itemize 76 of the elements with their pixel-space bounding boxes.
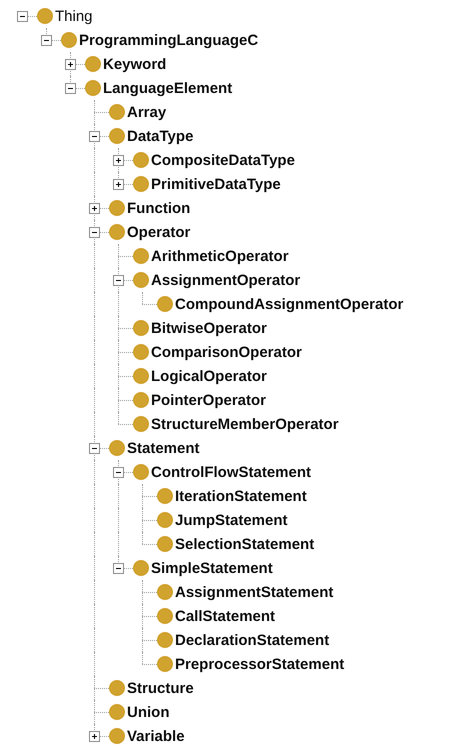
class-icon: [61, 32, 77, 48]
class-icon: [133, 272, 149, 288]
class-icon: [157, 584, 173, 600]
collapse-toggle[interactable]: [89, 227, 100, 238]
class-icon: [157, 536, 173, 552]
collapse-toggle[interactable]: [89, 443, 100, 454]
collapse-toggle[interactable]: [89, 131, 100, 142]
tree-item[interactable]: LogicalOperator: [151, 368, 267, 384]
tree-item[interactable]: ControlFlowStatement: [151, 464, 311, 480]
class-icon: [157, 512, 173, 528]
expand-toggle[interactable]: [65, 59, 76, 70]
tree-item[interactable]: Array: [127, 104, 166, 120]
tree-item[interactable]: Statement: [127, 440, 200, 456]
tree-item[interactable]: IterationStatement: [175, 488, 307, 504]
tree-item[interactable]: LanguageElement: [103, 80, 232, 96]
tree-item[interactable]: PreprocessorStatement: [175, 656, 344, 672]
class-icon: [109, 680, 125, 696]
class-icon: [133, 368, 149, 384]
collapse-toggle[interactable]: [113, 563, 124, 574]
class-icon: [37, 8, 53, 24]
tree-item[interactable]: ComparisonOperator: [151, 344, 302, 360]
tree-item[interactable]: Operator: [127, 224, 190, 240]
class-icon: [157, 296, 173, 312]
class-icon: [109, 440, 125, 456]
class-icon: [133, 392, 149, 408]
tree-item[interactable]: PointerOperator: [151, 392, 266, 408]
tree-item[interactable]: AssignmentStatement: [175, 584, 334, 600]
class-icon: [133, 248, 149, 264]
tree-item[interactable]: SelectionStatement: [175, 536, 314, 552]
class-icon: [133, 152, 149, 168]
expand-toggle[interactable]: [89, 731, 100, 742]
tree-item[interactable]: ProgrammingLanguageC: [79, 32, 258, 48]
tree-item[interactable]: JumpStatement: [175, 512, 288, 528]
expand-toggle[interactable]: [89, 203, 100, 214]
class-icon: [157, 656, 173, 672]
class-icon: [85, 56, 101, 72]
class-icon: [133, 344, 149, 360]
class-icon: [109, 128, 125, 144]
class-icon: [109, 224, 125, 240]
tree-item[interactable]: Function: [127, 200, 190, 216]
collapse-toggle[interactable]: [65, 83, 76, 94]
class-icon: [109, 704, 125, 720]
tree-item[interactable]: StructureMemberOperator: [151, 416, 339, 432]
tree-item[interactable]: PrimitiveDataType: [151, 176, 281, 192]
class-icon: [133, 176, 149, 192]
tree-item[interactable]: ArithmeticOperator: [151, 248, 289, 264]
tree-item[interactable]: DataType: [127, 128, 194, 144]
collapse-toggle[interactable]: [113, 467, 124, 478]
tree-item[interactable]: AssignmentOperator: [151, 272, 300, 288]
expand-toggle[interactable]: [113, 155, 124, 166]
class-icon: [157, 608, 173, 624]
class-icon: [109, 104, 125, 120]
tree-item[interactable]: BitwiseOperator: [151, 320, 267, 336]
tree-item[interactable]: DeclarationStatement: [175, 632, 330, 648]
tree-item[interactable]: Thing: [55, 8, 93, 24]
class-icon: [85, 80, 101, 96]
tree-item[interactable]: Structure: [127, 680, 194, 696]
tree-item[interactable]: CompositeDataType: [151, 152, 295, 168]
class-icon: [133, 464, 149, 480]
tree-item[interactable]: Keyword: [103, 56, 166, 72]
collapse-toggle[interactable]: [41, 35, 52, 46]
class-icon: [157, 632, 173, 648]
class-icon: [133, 416, 149, 432]
class-icon: [133, 320, 149, 336]
expand-toggle[interactable]: [113, 179, 124, 190]
tree-item[interactable]: SimpleStatement: [151, 560, 273, 576]
collapse-toggle[interactable]: [113, 275, 124, 286]
class-icon: [109, 728, 125, 744]
class-icon: [109, 200, 125, 216]
collapse-toggle[interactable]: [17, 11, 28, 22]
tree-item[interactable]: Variable: [127, 728, 185, 744]
tree-item[interactable]: CallStatement: [175, 608, 276, 624]
tree-item[interactable]: Union: [127, 704, 170, 720]
class-icon: [157, 488, 173, 504]
tree-item[interactable]: CompoundAssignmentOperator: [175, 296, 404, 312]
class-icon: [133, 560, 149, 576]
